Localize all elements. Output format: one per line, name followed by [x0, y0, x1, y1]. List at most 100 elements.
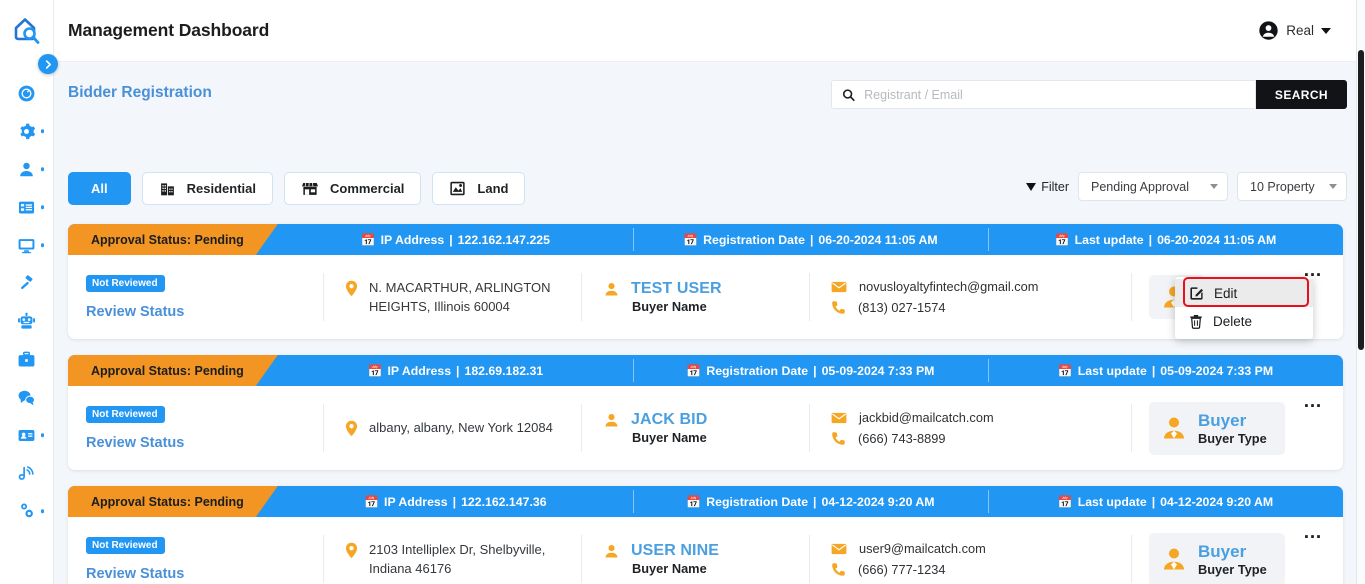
last-update-label: Last update	[1077, 494, 1147, 509]
buyer-name-value[interactable]: TEST USER	[631, 280, 722, 298]
sidebar-item-auctions[interactable]	[0, 264, 53, 302]
tab-commercial[interactable]: Commercial	[283, 172, 422, 205]
robot-icon	[18, 312, 35, 329]
sidebar-item-settings[interactable]	[0, 112, 53, 150]
sidebar-dot	[40, 129, 44, 133]
chat-bubbles-icon	[18, 390, 35, 405]
sidebar-item-monitor[interactable]	[0, 226, 53, 264]
buyer-type-label: Buyer Type	[1198, 430, 1267, 446]
businessperson-icon	[1164, 417, 1184, 439]
sidebar-item-broadcast[interactable]	[0, 454, 53, 492]
top-bar: Management Dashboard Real	[54, 0, 1365, 62]
row-context-menu: Edit Delete	[1175, 277, 1313, 339]
sidebar-item-users[interactable]	[0, 150, 53, 188]
buyer-type-value: Buyer	[1198, 410, 1247, 430]
address-line: 2103 Intelliplex Dr, Shelbyville, Indian…	[345, 540, 581, 579]
review-status-label[interactable]: Review Status	[86, 304, 323, 320]
registration-date-value: 04-12-2024 9:20 AM	[821, 494, 935, 509]
calendar-icon: 📅	[683, 232, 699, 247]
buyer-name-label: Buyer Name	[632, 430, 707, 445]
card-body: Not Reviewed Review Status N. MACARTHUR,…	[68, 255, 1343, 339]
tab-commercial-label: Commercial	[329, 181, 405, 196]
store-icon	[301, 182, 318, 195]
registration-card: Approval Status: Pending 📅 IP Address | …	[68, 486, 1343, 584]
buyer-name-value[interactable]: USER NINE	[631, 542, 719, 560]
gear-icon	[20, 123, 36, 139]
registration-date-value: 05-09-2024 7:33 PM	[821, 363, 935, 378]
sidebar-item-profile[interactable]	[0, 416, 53, 454]
last-update-label: Last update	[1074, 232, 1144, 247]
review-pill: Not Reviewed	[86, 536, 165, 554]
last-update-label: Last update	[1077, 363, 1147, 378]
briefcase-icon	[18, 351, 35, 367]
sidebar-item-listings[interactable]	[0, 188, 53, 226]
sidebar-dot	[40, 167, 44, 171]
sidebar-item-configuration[interactable]	[0, 492, 53, 530]
chevron-down-icon	[1329, 184, 1337, 189]
sidebar-item-messages[interactable]	[0, 378, 53, 416]
contact-cell: jackbid@mailcatch.com (666) 743-8899	[809, 386, 1131, 470]
more-options-button[interactable]: …	[1303, 392, 1323, 411]
search-input[interactable]	[864, 87, 1245, 102]
review-status-label[interactable]: Review Status	[86, 435, 323, 451]
buyer-type-value: Buyer	[1198, 541, 1247, 561]
address-line: N. MACARTHUR, ARLINGTON HEIGHTS, Illinoi…	[345, 278, 581, 317]
menu-item-delete[interactable]: Delete	[1175, 307, 1313, 335]
sidebar-item-automation[interactable]	[0, 302, 53, 340]
card-ip-cell: 📅 IP Address | 182.69.182.31	[278, 355, 633, 386]
registration-card: Approval Status: Pending 📅 IP Address | …	[68, 224, 1343, 339]
separator: |	[452, 494, 457, 509]
review-status-label[interactable]: Review Status	[86, 566, 323, 582]
user-menu[interactable]: Real	[1258, 20, 1331, 41]
sidebar-expand-button[interactable]	[38, 54, 58, 74]
contact-cell: novusloyaltyfintech@gmail.com (813) 027-…	[809, 255, 1131, 339]
registration-card-list: Approval Status: Pending 📅 IP Address | …	[68, 224, 1343, 584]
status-badge: Approval Status: Pending	[68, 355, 278, 386]
phone-line: (813) 027-1574	[831, 300, 1131, 315]
list-card-icon	[18, 201, 35, 213]
calendar-icon: 📅	[1057, 363, 1073, 378]
app-logo[interactable]	[0, 0, 53, 62]
last-update-value: 05-09-2024 7:33 PM	[1160, 363, 1274, 378]
tab-land-label: Land	[477, 181, 509, 196]
tab-residential[interactable]: Residential	[141, 172, 273, 205]
search-button[interactable]: SEARCH	[1255, 80, 1347, 109]
separator: |	[1151, 494, 1156, 509]
status-filter-select[interactable]: Pending Approval	[1078, 172, 1228, 201]
calendar-icon: 📅	[1054, 232, 1070, 247]
calendar-icon: 📅	[364, 494, 380, 509]
ip-label: IP Address	[387, 363, 452, 378]
separator: |	[809, 232, 814, 247]
main-content: Bidder Registration SEARCH All	[54, 62, 1357, 584]
more-options-button[interactable]: …	[1303, 523, 1323, 542]
separator: |	[449, 232, 453, 247]
email-line: novusloyaltyfintech@gmail.com	[831, 279, 1131, 294]
buyer-name-value[interactable]: JACK BID	[631, 411, 707, 429]
address-cell: 2103 Intelliplex Dr, Shelbyville, Indian…	[323, 517, 581, 584]
last-update-value: 04-12-2024 9:20 AM	[1160, 494, 1274, 509]
card-registration-date-cell: 📅 Registration Date | 04-12-2024 9:20 AM	[632, 486, 988, 517]
buyer-name-cell: JACK BID Buyer Name	[581, 386, 809, 470]
buyer-name-cell: TEST USER Buyer Name	[581, 255, 809, 339]
page-size-select[interactable]: 10 Property	[1237, 172, 1347, 201]
page-scrollbar-thumb[interactable]	[1358, 50, 1364, 350]
ip-value: 122.162.147.36	[461, 494, 547, 509]
address-value: N. MACARTHUR, ARLINGTON HEIGHTS, Illinoi…	[369, 279, 551, 315]
buyer-type-box: Buyer Buyer Type	[1149, 401, 1285, 455]
tab-land[interactable]: Land	[432, 172, 526, 205]
sidebar-item-dashboard[interactable]	[0, 74, 53, 112]
tab-all[interactable]: All	[68, 172, 131, 205]
review-status-cell: Not Reviewed Review Status	[68, 517, 323, 584]
status-filter-value: Pending Approval	[1091, 179, 1189, 194]
menu-item-edit[interactable]: Edit	[1175, 279, 1313, 307]
status-badge: Approval Status: Pending	[68, 224, 278, 255]
address-cell: albany, albany, New York 12084	[323, 386, 581, 470]
land-icon	[450, 181, 466, 196]
phone-icon	[832, 563, 845, 576]
envelope-icon	[831, 281, 847, 292]
sidebar-item-portfolio[interactable]	[0, 340, 53, 378]
email-value: jackbid@mailcatch.com	[859, 410, 994, 425]
ip-label: IP Address	[384, 494, 448, 509]
email-value: novusloyaltyfintech@gmail.com	[859, 279, 1039, 294]
search-box[interactable]	[830, 80, 1256, 109]
